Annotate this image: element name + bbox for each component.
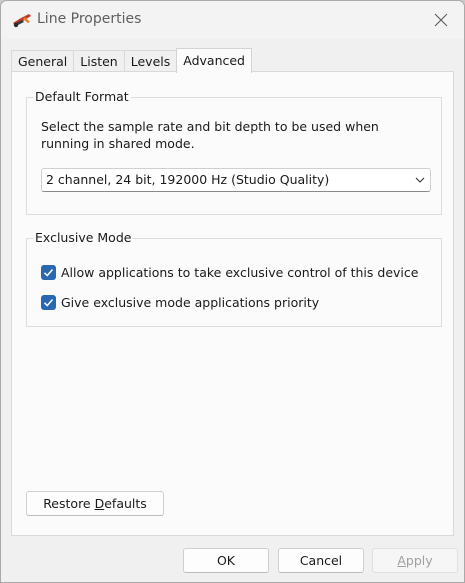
window-title: Line Properties — [37, 11, 142, 27]
tab-listen[interactable]: Listen — [73, 50, 125, 73]
chevron-down-icon — [415, 177, 425, 183]
allow-exclusive-control-row[interactable]: Allow applications to take exclusive con… — [41, 263, 418, 281]
line-properties-window: Line Properties General Listen Levels Ad… — [0, 0, 465, 583]
restore-defaults-button[interactable]: Restore Defaults — [26, 491, 164, 516]
default-format-group: Default Format Select the sample rate an… — [26, 88, 442, 215]
format-dropdown-value: 2 channel, 24 bit, 192000 Hz (Studio Qua… — [46, 172, 330, 187]
advanced-tab-panel: Default Format Select the sample rate an… — [11, 71, 454, 536]
exclusive-mode-legend: Exclusive Mode — [33, 229, 134, 247]
ok-button[interactable]: OK — [183, 548, 269, 573]
default-format-legend: Default Format — [33, 88, 131, 106]
tab-advanced[interactable]: Advanced — [176, 48, 252, 73]
checkmark-icon — [43, 298, 54, 307]
default-format-description: Select the sample rate and bit depth to … — [41, 119, 379, 151]
apply-button[interactable]: Apply — [372, 548, 458, 573]
close-button[interactable] — [418, 1, 464, 39]
checkmark-icon — [43, 268, 54, 277]
speaker-line-icon — [13, 14, 31, 28]
tab-strip: General Listen Levels Advanced — [11, 48, 252, 73]
cancel-button[interactable]: Cancel — [278, 548, 364, 573]
tab-general[interactable]: General — [11, 50, 75, 73]
allow-exclusive-checkbox[interactable] — [41, 264, 56, 280]
exclusive-mode-group: Exclusive Mode Allow applications to tak… — [26, 229, 442, 327]
allow-exclusive-label: Allow applications to take exclusive con… — [61, 264, 419, 280]
exclusive-priority-label: Give exclusive mode applications priorit… — [61, 294, 320, 310]
format-dropdown[interactable]: 2 channel, 24 bit, 192000 Hz (Studio Qua… — [41, 168, 431, 192]
title-bar[interactable]: Line Properties — [1, 1, 464, 39]
exclusive-priority-row[interactable]: Give exclusive mode applications priorit… — [41, 293, 319, 311]
exclusive-priority-checkbox[interactable] — [41, 294, 56, 310]
tab-levels[interactable]: Levels — [123, 50, 178, 73]
close-icon — [434, 13, 448, 27]
